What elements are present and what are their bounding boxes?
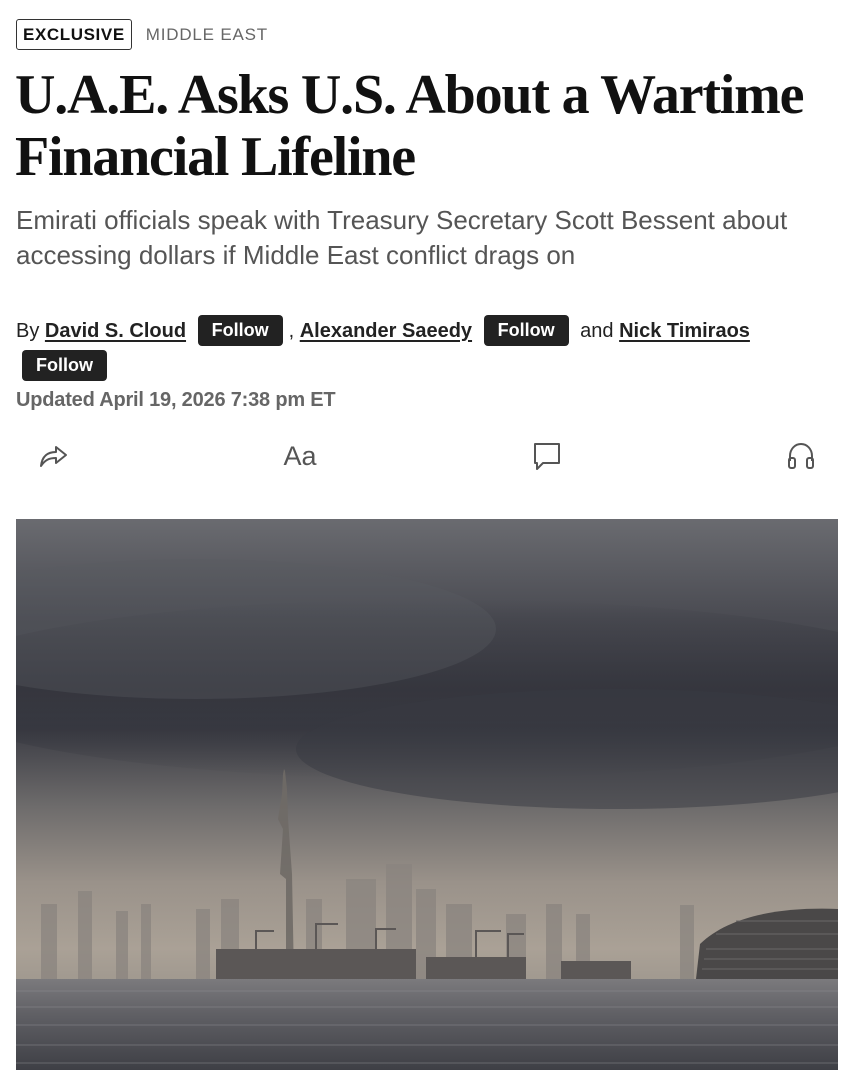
byline-and: and [580, 320, 614, 342]
hero-image [16, 519, 838, 1070]
author-link-alexander-saeedy[interactable]: Alexander Saeedy [300, 320, 472, 342]
share-button[interactable] [33, 436, 73, 476]
skyline-photo [16, 519, 838, 1070]
byline-separator: , [288, 320, 295, 342]
byline-prefix: By [16, 320, 40, 342]
article-tags: EXCLUSIVE MIDDLE EAST [16, 19, 268, 50]
listen-button[interactable] [781, 436, 821, 476]
updated-timestamp: Updated April 19, 2026 7:38 pm ET [16, 389, 336, 411]
author-link-nick-timiraos[interactable]: Nick Timiraos [619, 320, 750, 342]
article-toolbar: Aa [0, 436, 854, 476]
author-link-david-cloud[interactable]: David S. Cloud [45, 320, 186, 342]
byline: By David S. Cloud Follow, Alexander Saee… [16, 314, 836, 384]
follow-button-david-cloud[interactable]: Follow [197, 315, 283, 346]
follow-button-alexander-saeedy[interactable]: Follow [483, 315, 569, 346]
section-link[interactable]: MIDDLE EAST [146, 25, 268, 45]
comment-icon [534, 443, 560, 470]
comments-button[interactable] [527, 436, 567, 476]
article-dek: Emirati officials speak with Treasury Se… [16, 205, 788, 270]
text-size-label: Aa [283, 440, 317, 471]
headphones-icon [788, 442, 814, 469]
exclusive-badge: EXCLUSIVE [16, 19, 132, 50]
follow-button-nick-timiraos[interactable]: Follow [22, 350, 107, 381]
article-headline: U.A.E. Asks U.S. About a Wartime Financi… [15, 64, 804, 188]
text-size-button[interactable]: Aa [280, 436, 320, 476]
share-icon [40, 446, 67, 467]
